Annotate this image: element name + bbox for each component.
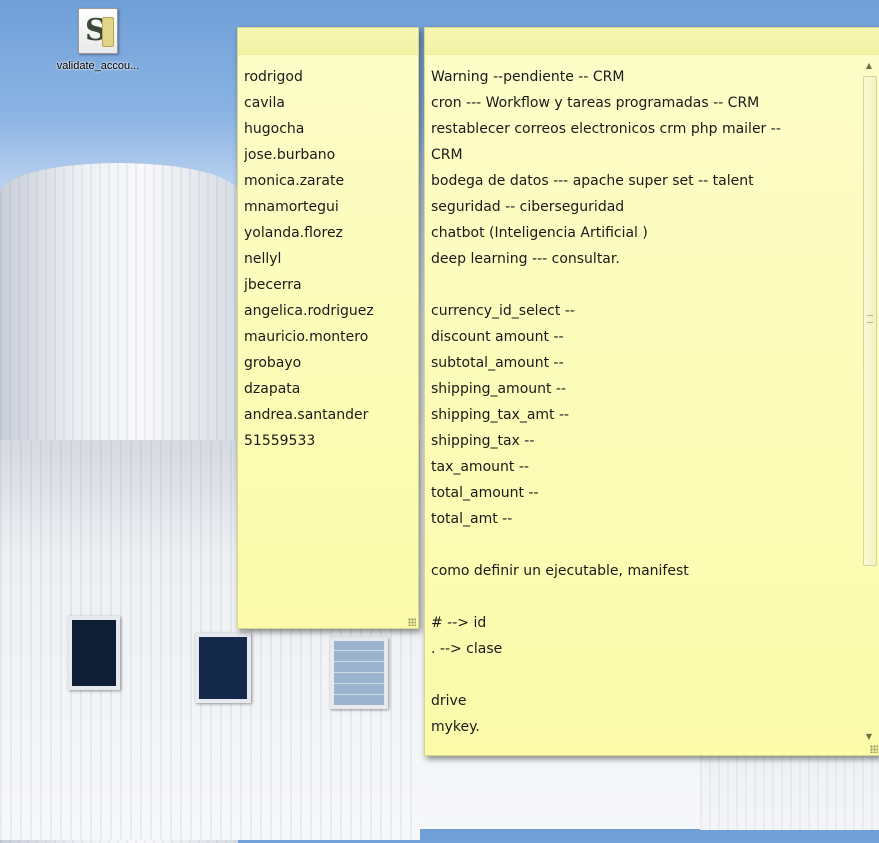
note-line: currency_id_select -- bbox=[431, 303, 575, 319]
sticky-note-tasks[interactable]: Warning --pendiente -- CRM cron --- Workf… bbox=[424, 27, 879, 756]
note-line: dzapata bbox=[244, 381, 301, 397]
note-line: cavila bbox=[244, 95, 285, 111]
note-line: rodrigod bbox=[244, 69, 303, 85]
scroll-down-arrow-icon[interactable]: ▼ bbox=[862, 731, 876, 743]
desktop-icon-label: validate_accou... bbox=[56, 60, 140, 72]
vertical-scrollbar[interactable]: ▲ ▼ bbox=[862, 60, 877, 743]
note-line: andrea.santander bbox=[244, 407, 369, 423]
note-line bbox=[431, 272, 856, 298]
note-line: seguridad -- ciberseguridad bbox=[431, 199, 625, 215]
note-line: angelica.rodriguez bbox=[244, 303, 374, 319]
note-line: chatbot (Inteligencia Artificial ) bbox=[431, 225, 648, 241]
sticky-note-text-area[interactable]: rodrigod cavila hugocha jose.burbano monica.… bbox=[244, 64, 410, 618]
note-line: como definir un ejecutable, manifest bbox=[431, 563, 689, 579]
desktop-file-validate-accounts[interactable]: S validate_accou... bbox=[48, 8, 148, 73]
note-line: total_amount -- bbox=[431, 485, 539, 501]
note-line: mykey. bbox=[431, 719, 480, 735]
resize-grip-icon[interactable] bbox=[408, 618, 416, 626]
note-line: tax_amount -- bbox=[431, 459, 529, 475]
resize-grip-icon[interactable] bbox=[870, 745, 878, 753]
note-line: Warning --pendiente -- CRM bbox=[431, 69, 625, 85]
note-line: hugocha bbox=[244, 121, 305, 137]
sticky-note-text-area[interactable]: Warning --pendiente -- CRM cron --- Workf… bbox=[431, 64, 856, 745]
note-line: jbecerra bbox=[244, 277, 302, 293]
note-line: yolanda.florez bbox=[244, 225, 343, 241]
note-line: total_amt -- bbox=[431, 511, 513, 527]
note-line: cron --- Workflow y tareas programadas -… bbox=[431, 95, 760, 111]
sticky-note-titlebar[interactable] bbox=[425, 28, 879, 55]
note-line: mauricio.montero bbox=[244, 329, 369, 345]
note-line: monica.zarate bbox=[244, 173, 345, 189]
note-line bbox=[431, 532, 856, 558]
wallpaper-window bbox=[68, 616, 120, 690]
wallpaper-window bbox=[195, 633, 251, 703]
note-line: subtotal_amount -- bbox=[431, 355, 564, 371]
note-line: shipping_tax -- bbox=[431, 433, 535, 449]
scrollbar-grip-icon bbox=[867, 315, 873, 323]
note-line: mnamortegui bbox=[244, 199, 339, 215]
note-line: shipping_amount -- bbox=[431, 381, 567, 397]
note-line: drive bbox=[431, 693, 467, 709]
scroll-up-arrow-icon[interactable]: ▲ bbox=[862, 60, 876, 72]
wallpaper-window bbox=[330, 637, 388, 709]
note-line: bodega de datos --- apache super set -- … bbox=[431, 173, 754, 189]
note-line: # --> id bbox=[431, 615, 487, 631]
note-line: . --> clase bbox=[431, 641, 503, 657]
note-line: CRM bbox=[431, 147, 463, 163]
note-line bbox=[431, 662, 856, 688]
sticky-note-titlebar[interactable] bbox=[238, 28, 418, 55]
note-line: jose.burbano bbox=[244, 147, 336, 163]
note-line: nellyl bbox=[244, 251, 282, 267]
scrollbar-thumb[interactable] bbox=[863, 76, 877, 566]
note-line bbox=[431, 584, 856, 610]
note-line: 51559533 bbox=[244, 433, 316, 449]
note-line: shipping_tax_amt -- bbox=[431, 407, 570, 423]
note-line: grobayo bbox=[244, 355, 302, 371]
script-file-icon: S bbox=[78, 8, 118, 54]
note-line: deep learning --- consultar. bbox=[431, 251, 620, 267]
note-line: discount amount -- bbox=[431, 329, 564, 345]
note-line: restablecer correos electronicos crm php… bbox=[431, 121, 781, 137]
sticky-note-users[interactable]: rodrigod cavila hugocha jose.burbano monica.… bbox=[237, 27, 419, 629]
